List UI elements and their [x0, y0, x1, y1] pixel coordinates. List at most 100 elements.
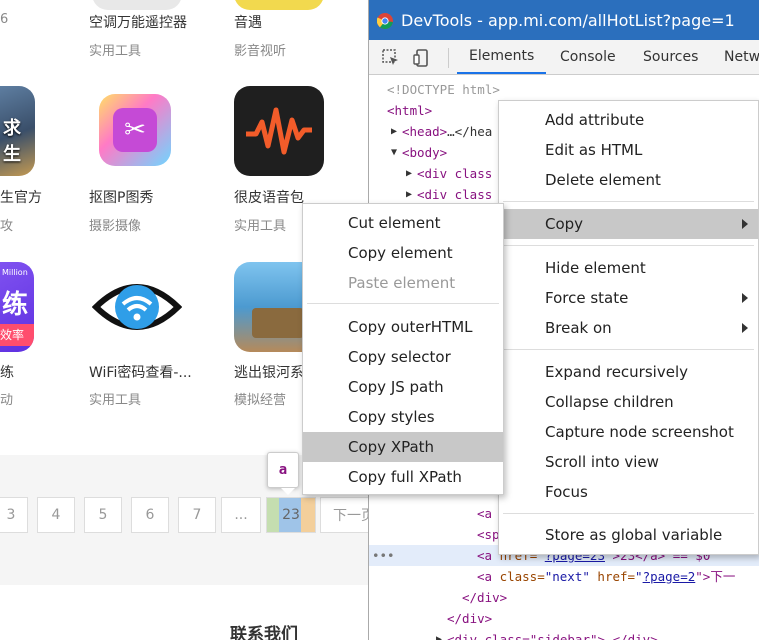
body-tag-line[interactable]: <body>	[402, 142, 447, 163]
menu-collapse-children[interactable]: Collapse children	[499, 387, 758, 417]
app-cat-yinyu: 影音视听	[234, 44, 287, 59]
page-ellipsis: ...	[221, 497, 261, 533]
href-attr: href=	[589, 569, 636, 584]
a-tag: <a	[477, 569, 500, 584]
expand-arrow-icon[interactable]: ▶	[391, 121, 397, 142]
menu-copy-label: Copy	[545, 215, 584, 233]
head-tag: <head>	[402, 124, 448, 139]
menu-expand-recursively[interactable]: Expand recursively	[499, 357, 758, 387]
quote: "	[635, 569, 643, 584]
menu-capture-node-screenshot[interactable]: Capture node screenshot	[499, 417, 758, 447]
menu-separator	[503, 513, 754, 514]
wifi-eye-icon	[92, 284, 182, 330]
tab-divider	[448, 48, 449, 68]
tab-network[interactable]: Netw	[724, 40, 759, 74]
app-icon-aircon[interactable]	[92, 0, 182, 10]
collapse-arrow-icon[interactable]: ▼	[391, 142, 397, 163]
icon-badge: 效率	[0, 324, 34, 346]
menu-scroll-into-view[interactable]: Scroll into view	[499, 447, 758, 477]
element-tooltip: a	[267, 452, 299, 488]
app-cat-koutu: 摄影摄像	[89, 219, 142, 234]
page-3[interactable]: 3	[0, 497, 28, 533]
menu-break-on-label: Break on	[545, 319, 612, 337]
app-icon-yinyu[interactable]	[234, 0, 324, 10]
page-5[interactable]: 5	[84, 497, 122, 533]
scissors-icon: ✂	[113, 108, 157, 152]
page-4[interactable]: 4	[37, 497, 75, 533]
app-icon-million[interactable]: Million 练 效率	[0, 262, 34, 352]
menu-copy-selector[interactable]: Copy selector	[303, 342, 503, 372]
menu-paste-element: Paste element	[348, 274, 456, 292]
app-name-partial-3[interactable]: 练	[0, 362, 14, 382]
contact-heading: 联系我们	[230, 625, 298, 640]
menu-copy-outerhtml[interactable]: Copy outerHTML	[303, 312, 503, 342]
href-link[interactable]: ?page=2	[643, 569, 696, 584]
html-tag-line[interactable]: <html>	[387, 100, 432, 121]
menu-separator	[503, 245, 754, 246]
app-icon-pubg[interactable]: 求生	[0, 86, 35, 176]
expand-arrow-icon[interactable]: ▶	[406, 163, 412, 184]
app-cat-partial-2: 攻	[0, 219, 14, 234]
menu-store-as-global-variable[interactable]: Store as global variable	[499, 520, 758, 550]
app-name-koutu[interactable]: 抠图P图秀	[89, 187, 153, 207]
more-dots-icon[interactable]: •••	[372, 545, 395, 566]
inspect-element-icon[interactable]	[381, 48, 401, 68]
menu-cut-element[interactable]: Cut element	[303, 208, 503, 238]
page-23[interactable]: 23	[266, 497, 316, 533]
menu-copy-xpath[interactable]: Copy XPath	[303, 432, 503, 462]
app-icon-henpi[interactable]	[234, 86, 324, 176]
app-name-aircon[interactable]: 空调万能遥控器	[89, 12, 187, 32]
context-menu: Add attribute Edit as HTML Delete elemen…	[498, 100, 759, 555]
menu-hide-element[interactable]: Hide element	[499, 253, 758, 283]
head-tag-line[interactable]: <head>…</hea	[402, 121, 492, 142]
expand-arrow-icon[interactable]: ▶	[406, 184, 412, 205]
app-name-partial-2[interactable]: 生官方	[0, 187, 42, 207]
icon-text: 练	[2, 290, 29, 320]
app-cat-wifi: 实用工具	[89, 393, 142, 408]
expand-arrow-icon[interactable]: ▶	[436, 629, 442, 640]
waveform-icon	[246, 107, 312, 155]
app-name-henpi[interactable]: 很皮语音包	[234, 187, 304, 207]
doctype-line[interactable]: <!DOCTYPE html>	[387, 79, 500, 100]
div-line-2[interactable]: <div class	[417, 184, 492, 205]
menu-delete-element[interactable]: Delete element	[499, 165, 758, 195]
a-line[interactable]: <a	[477, 503, 492, 524]
icon-text: 求生	[3, 118, 21, 165]
menu-copy-styles[interactable]: Copy styles	[303, 402, 503, 432]
app-name-yinyu[interactable]: 音遇	[234, 12, 262, 32]
app-cat-aircon: 实用工具	[89, 44, 142, 59]
span-line[interactable]: <sp	[477, 524, 500, 545]
div-close-line[interactable]: </div>	[462, 587, 507, 608]
menu-break-on[interactable]: Break on	[499, 313, 758, 343]
app-icon-wifi[interactable]	[92, 262, 182, 352]
page-7[interactable]: 7	[178, 497, 216, 533]
devtools-title-bar: DevTools - app.mi.com/allHotList?page=1	[369, 0, 759, 40]
page-6[interactable]: 6	[131, 497, 169, 533]
head-rest: …</hea	[447, 124, 493, 139]
app-cat-henpi: 实用工具	[234, 219, 287, 234]
div-close-line-2[interactable]: </div>	[447, 608, 492, 629]
tab-elements[interactable]: Elements	[457, 40, 547, 74]
menu-focus[interactable]: Focus	[499, 477, 758, 507]
app-name-escape[interactable]: 逃出银河系	[234, 362, 304, 382]
menu-copy[interactable]: Copy	[499, 209, 758, 239]
submenu-arrow-icon	[742, 323, 748, 333]
chrome-icon	[377, 13, 393, 29]
tab-sources[interactable]: Sources	[643, 40, 698, 74]
app-name-wifi[interactable]: WiFi密码查看-...	[89, 362, 192, 382]
tab-console[interactable]: Console	[560, 40, 616, 74]
next-page-button[interactable]: 下一页	[320, 497, 370, 533]
menu-copy-js-path[interactable]: Copy JS path	[303, 372, 503, 402]
app-cat-escape: 模拟经营	[234, 393, 287, 408]
app-icon-koutu[interactable]: ✂	[99, 94, 171, 166]
sidebar-line[interactable]: <div class="sidebar">…</div>	[447, 629, 658, 640]
next-a-line[interactable]: <a class="next" href="?page=2">下一	[477, 566, 735, 587]
menu-force-state[interactable]: Force state	[499, 283, 758, 313]
menu-copy-full-xpath[interactable]: Copy full XPath	[303, 462, 503, 492]
menu-copy-element[interactable]: Copy element	[303, 238, 503, 268]
div-line-1[interactable]: <div class	[417, 163, 492, 184]
menu-add-attribute[interactable]: Add attribute	[499, 105, 758, 135]
menu-edit-as-html[interactable]: Edit as HTML	[499, 135, 758, 165]
devtools-tabbar: Elements Console Sources Netw	[369, 40, 759, 75]
device-toolbar-icon[interactable]	[413, 48, 433, 68]
